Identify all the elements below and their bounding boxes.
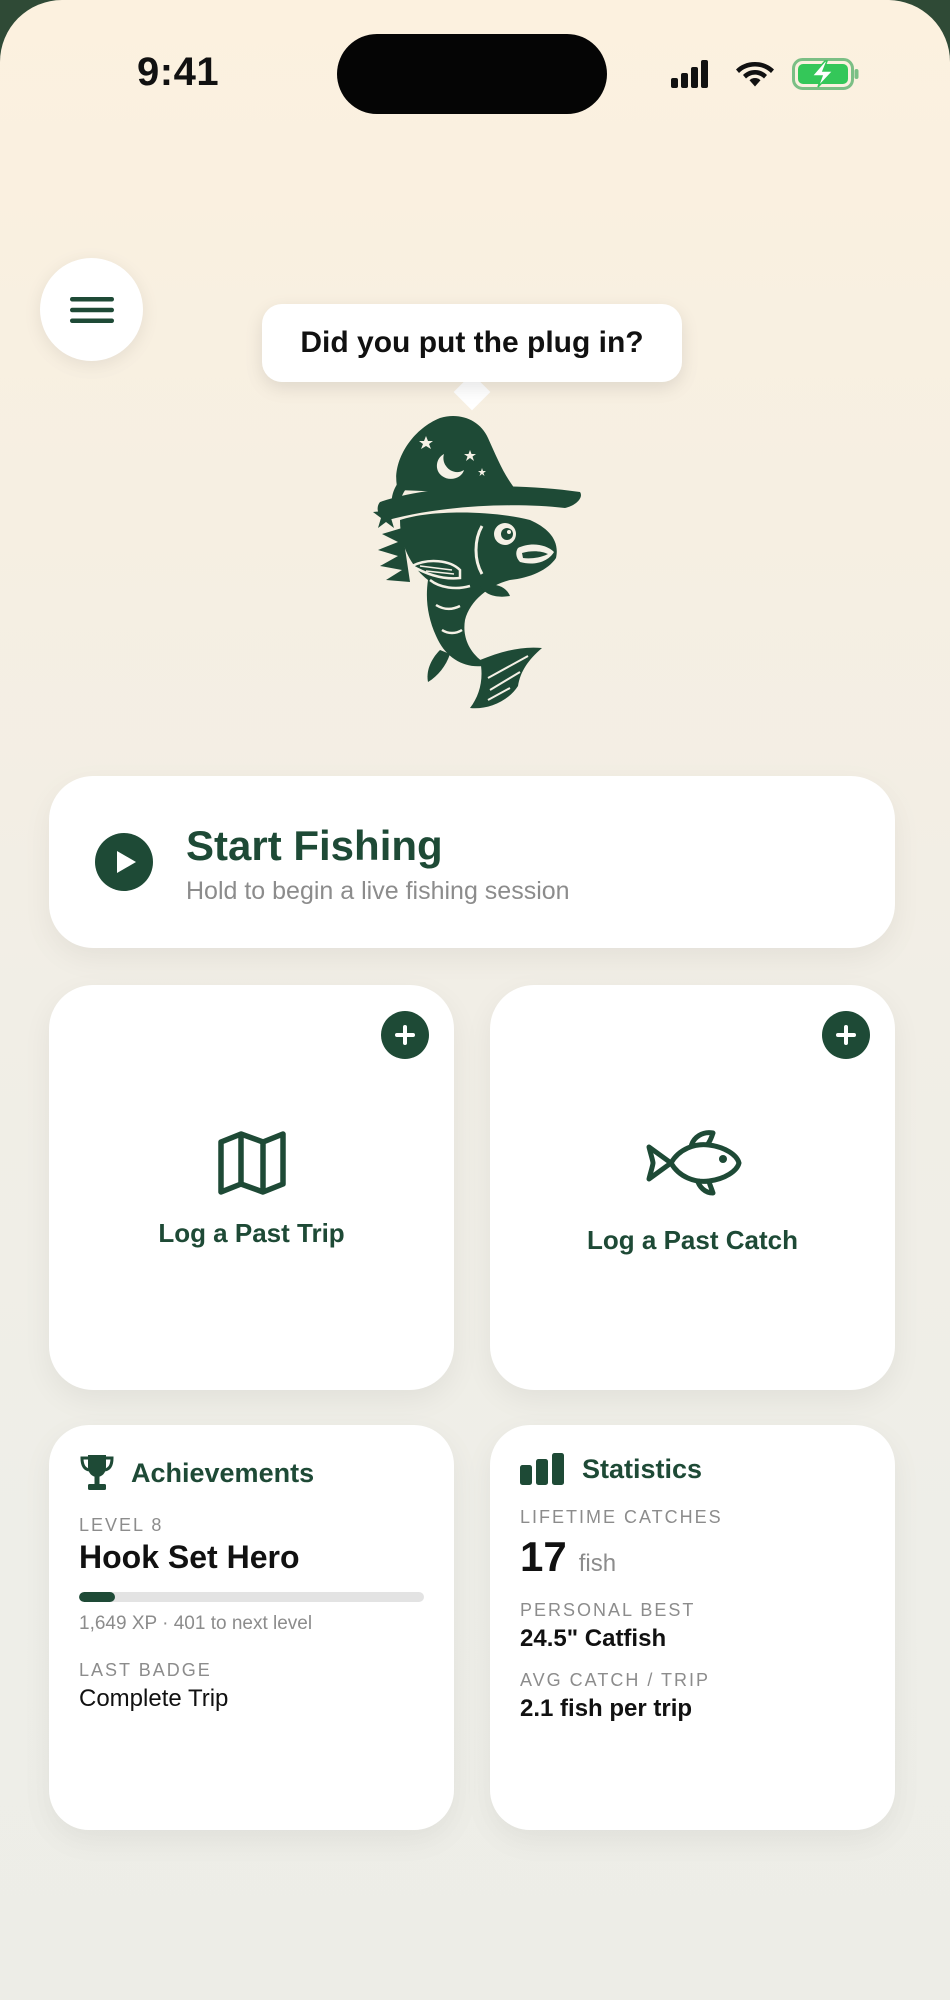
- achievements-card[interactable]: Achievements LEVEL 8 Hook Set Hero 1,649…: [49, 1425, 454, 1830]
- xp-text: 1,649 XP · 401 to next level: [79, 1613, 313, 1634]
- start-fishing-card[interactable]: Start Fishing Hold to begin a live fishi…: [49, 776, 895, 948]
- last-badge-label: LAST BADGE: [79, 1660, 212, 1680]
- achievements-title: Achievements: [131, 1457, 315, 1488]
- lifetime-catches: 17 fish: [520, 1533, 616, 1581]
- plus-icon: [836, 1025, 856, 1045]
- map-icon: [217, 1131, 286, 1195]
- speech-bubble: Did you put the plug in?: [262, 304, 682, 382]
- status-time: 9:41: [137, 50, 220, 94]
- speech-bubble-text: Did you put the plug in?: [300, 326, 644, 359]
- achievements-header: Achievements: [79, 1453, 314, 1493]
- log-past-trip-card[interactable]: Log a Past Trip: [49, 985, 454, 1390]
- battery-charging-icon: [792, 58, 859, 90]
- menu-button[interactable]: [40, 258, 143, 361]
- start-fishing-title: Start Fishing: [186, 822, 443, 869]
- hamburger-menu-icon: [69, 296, 114, 323]
- personal-best-label: PERSONAL BEST: [520, 1600, 696, 1620]
- status-bar: 9:41: [0, 0, 950, 150]
- statistics-title: Statistics: [582, 1453, 703, 1484]
- play-circle-icon: [95, 833, 153, 891]
- lifetime-catches-value: 17: [520, 1533, 567, 1580]
- app-screen: 9:41 Did you put the plug in? Start Fish…: [0, 0, 950, 2000]
- level-name: Hook Set Hero: [79, 1539, 300, 1575]
- statistics-card[interactable]: Statistics LIFETIME CATCHES 17 fish PERS…: [490, 1425, 895, 1830]
- plus-icon: [395, 1025, 415, 1045]
- lifetime-catches-unit: fish: [578, 1550, 617, 1577]
- add-trip-button[interactable]: [381, 1011, 429, 1059]
- avg-catch-label: AVG CATCH / TRIP: [520, 1670, 711, 1690]
- start-fishing-subtitle: Hold to begin a live fishing session: [186, 877, 570, 905]
- xp-progress-bar: [79, 1592, 424, 1602]
- log-past-catch-card[interactable]: Log a Past Catch: [490, 985, 895, 1390]
- trophy-icon: [80, 1455, 114, 1490]
- wizard-fish-mascot[interactable]: [370, 410, 590, 715]
- last-badge-value: Complete Trip: [79, 1685, 229, 1712]
- dynamic-island: [337, 34, 607, 114]
- level-label: LEVEL 8: [79, 1515, 164, 1535]
- xp-progress-fill: [79, 1592, 116, 1602]
- cellular-signal-icon: [671, 60, 708, 88]
- statistics-header: Statistics: [520, 1453, 702, 1485]
- wifi-icon: [736, 62, 774, 87]
- log-past-trip-label: Log a Past Trip: [158, 1218, 345, 1248]
- add-catch-button[interactable]: [822, 1011, 870, 1059]
- fish-icon: [646, 1130, 741, 1196]
- bar-chart-icon: [520, 1453, 564, 1485]
- log-past-catch-label: Log a Past Catch: [587, 1225, 798, 1255]
- lifetime-catches-label: LIFETIME CATCHES: [520, 1507, 723, 1527]
- avg-catch-value: 2.1 fish per trip: [520, 1695, 693, 1722]
- personal-best-value: 24.5" Catfish: [520, 1625, 667, 1652]
